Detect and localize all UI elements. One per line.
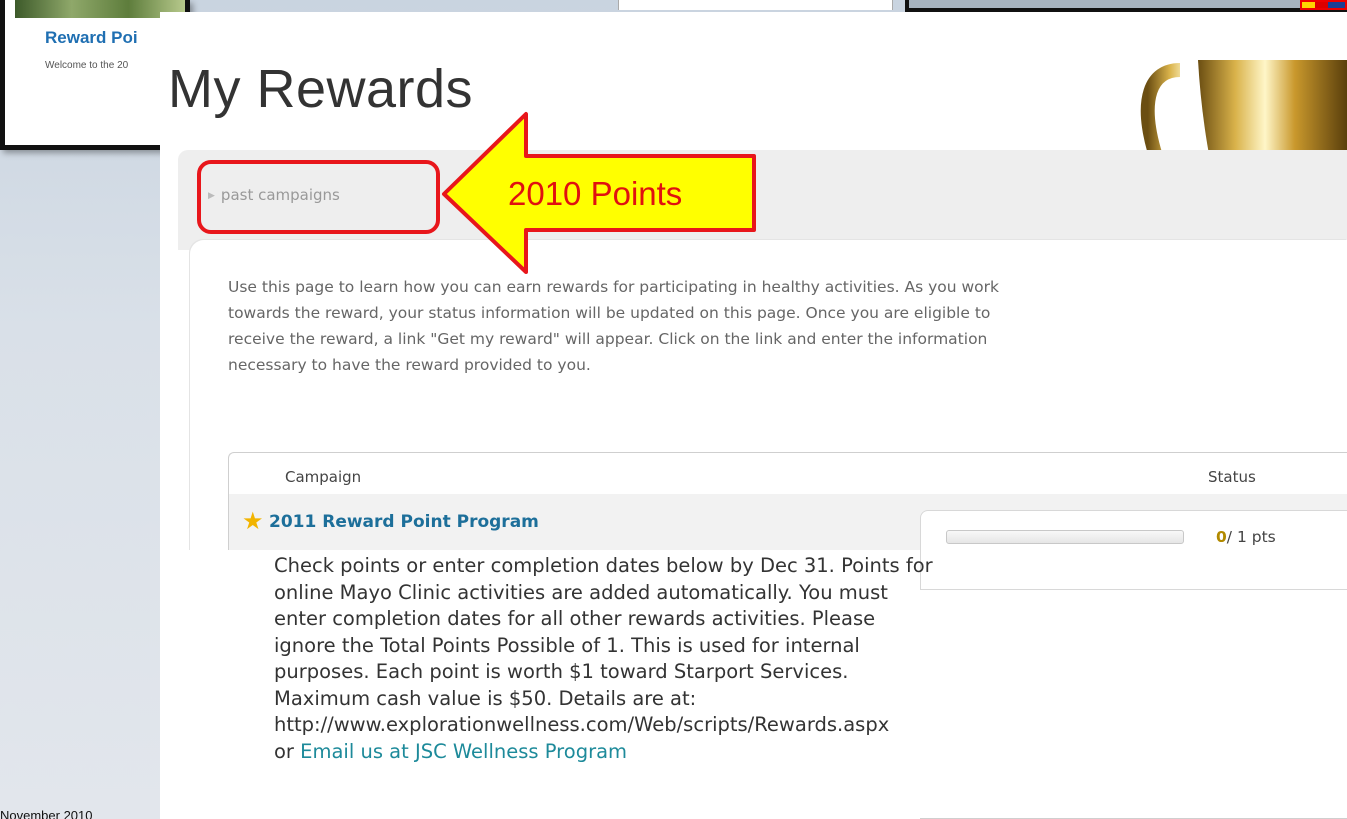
details-text: Check points or enter completion dates b… <box>274 554 933 736</box>
star-icon: ★ <box>242 507 264 535</box>
points-progress-bar <box>946 530 1184 544</box>
footer-date: November 2010 <box>0 808 93 819</box>
flag-icon <box>1300 0 1347 10</box>
column-header-status: Status <box>1208 468 1256 486</box>
points-earned: 0 <box>1216 528 1227 546</box>
status-card <box>920 510 1347 590</box>
background-slide-fragment <box>618 0 893 10</box>
highlight-box <box>197 160 440 234</box>
email-link[interactable]: Email us at JSC Wellness Program <box>300 740 627 763</box>
background-slide-frame <box>905 0 1347 12</box>
points-readout: 0/ 1 pts <box>1216 528 1276 546</box>
intro-text: Use this page to learn how you can earn … <box>228 278 1000 374</box>
annotation-label: 2010 Points <box>508 175 683 212</box>
campaign-name-link[interactable]: 2011 Reward Point Program <box>269 512 539 532</box>
card-subtitle: Welcome to the 20 <box>45 60 129 71</box>
program-details: Check points or enter completion dates b… <box>274 553 934 765</box>
column-header-campaign: Campaign <box>285 468 362 486</box>
card-title: Reward Poi <box>45 28 138 47</box>
details-or: or <box>274 739 294 763</box>
points-total: / 1 pts <box>1226 528 1276 546</box>
page-title: My Rewards <box>168 59 474 119</box>
